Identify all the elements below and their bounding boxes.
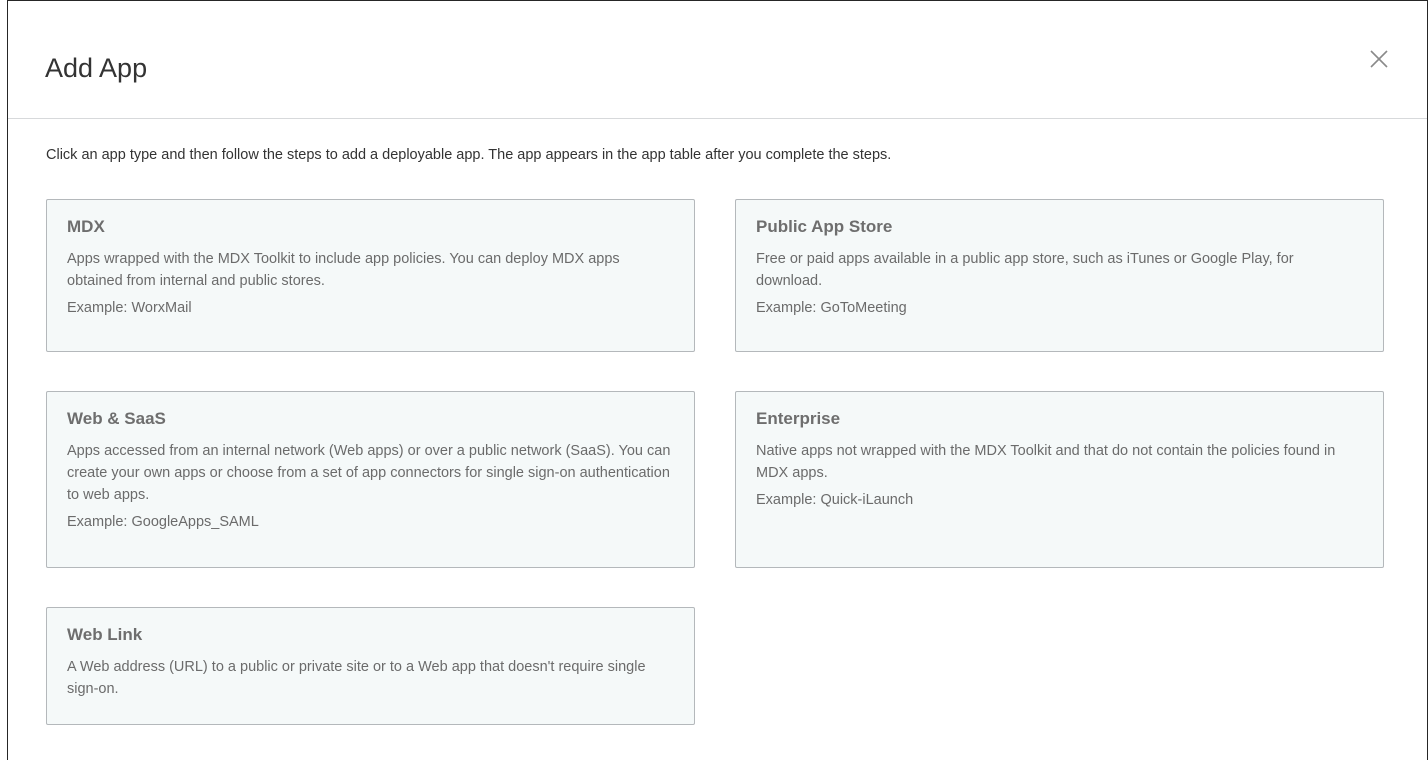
close-button[interactable] bbox=[1365, 45, 1393, 73]
card-example: Example: WorxMail bbox=[67, 300, 192, 316]
card-example: Example: GoToMeeting bbox=[756, 300, 907, 316]
close-icon bbox=[1370, 50, 1388, 68]
card-description: Native apps not wrapped with the MDX Too… bbox=[756, 443, 1336, 481]
card-description: Apps accessed from an internal network (… bbox=[67, 443, 671, 503]
card-web-link[interactable]: Web Link A Web address (URL) to a public… bbox=[46, 607, 695, 725]
card-web-saas[interactable]: Web & SaaS Apps accessed from an interna… bbox=[46, 391, 695, 568]
card-public-app-store[interactable]: Public App Store Free or paid apps avail… bbox=[735, 199, 1384, 352]
card-example: Example: Quick-iLaunch bbox=[756, 492, 914, 508]
card-description: Apps wrapped with the MDX Toolkit to inc… bbox=[67, 251, 620, 289]
card-enterprise[interactable]: Enterprise Native apps not wrapped with … bbox=[735, 391, 1384, 568]
dialog-header: Add App bbox=[8, 1, 1427, 119]
card-mdx[interactable]: MDX Apps wrapped with the MDX Toolkit to… bbox=[46, 199, 695, 352]
intro-text: Click an app type and then follow the st… bbox=[46, 147, 892, 163]
card-title: Enterprise bbox=[756, 409, 841, 428]
card-title: MDX bbox=[67, 217, 105, 236]
card-title: Public App Store bbox=[756, 217, 893, 236]
card-example: Example: GoogleApps_SAML bbox=[67, 514, 259, 530]
card-title: Web Link bbox=[67, 625, 143, 644]
card-description: Free or paid apps available in a public … bbox=[756, 251, 1294, 289]
dialog-title: Add App bbox=[45, 53, 148, 83]
add-app-dialog: Add App Click an app type and then follo… bbox=[7, 0, 1428, 760]
card-title: Web & SaaS bbox=[67, 409, 166, 428]
card-description: A Web address (URL) to a public or priva… bbox=[67, 659, 646, 697]
